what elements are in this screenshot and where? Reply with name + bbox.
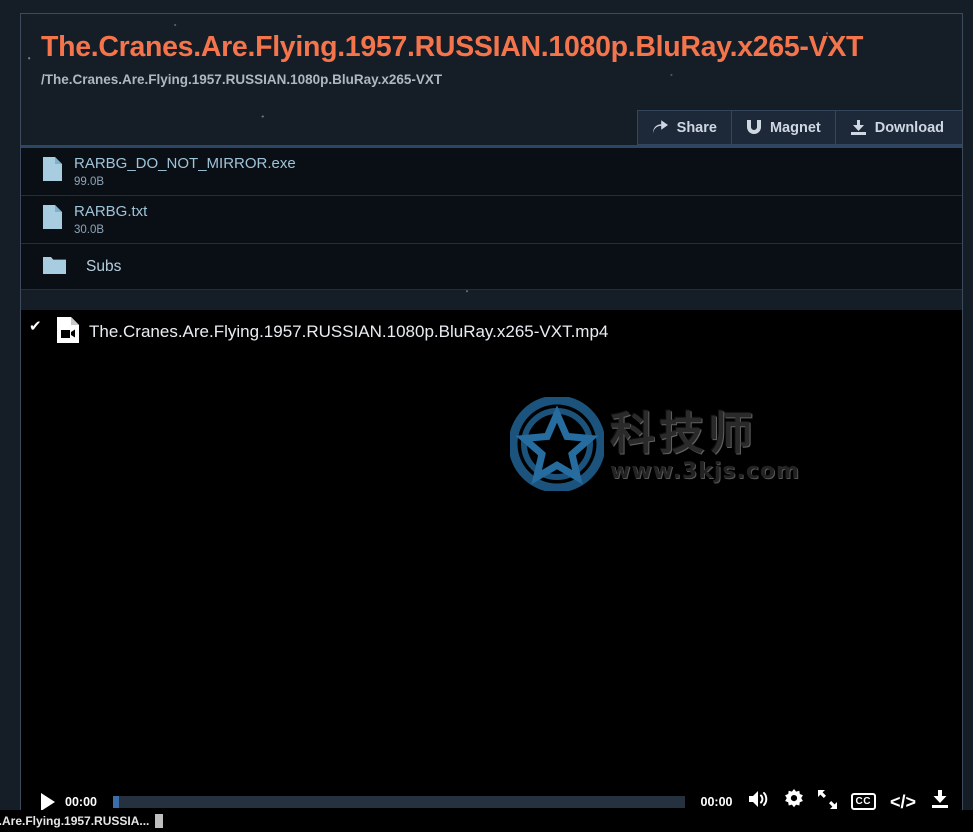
download-item-chip — [155, 814, 164, 828]
file-info: RARBG_DO_NOT_MIRROR.exe 99.0B — [74, 155, 296, 187]
header: The.Cranes.Are.Flying.1957.RUSSIAN.1080p… — [21, 14, 962, 106]
file-list: RARBG_DO_NOT_MIRROR.exe 99.0B RARBG.txt … — [21, 145, 962, 290]
list-item[interactable]: Subs — [21, 244, 962, 290]
progress-bar[interactable] — [112, 795, 685, 808]
share-label: Share — [676, 119, 717, 136]
progress-fill — [112, 795, 119, 808]
cc-icon[interactable]: CC — [850, 793, 876, 810]
list-item[interactable]: RARBG_DO_NOT_MIRROR.exe 99.0B — [21, 148, 962, 196]
play-button[interactable] — [41, 792, 55, 811]
watermark-url: www.3kjs.com — [610, 458, 800, 484]
share-button[interactable]: Share — [638, 111, 732, 144]
file-icon — [43, 157, 62, 186]
watermark: 科技师 www.3kjs.com — [508, 395, 800, 496]
file-name: RARBG.txt — [74, 203, 148, 221]
star-circle-logo-icon — [508, 395, 606, 496]
folder-icon — [43, 255, 66, 279]
current-time: 00:00 — [65, 794, 97, 809]
download-button[interactable]: Download — [836, 111, 962, 144]
share-icon — [652, 120, 669, 135]
file-size: 30.0B — [74, 223, 105, 236]
torrent-path: /The.Cranes.Are.Flying.1957.RUSSIAN.1080… — [41, 72, 443, 88]
selected-file-row[interactable]: ✔ The.Cranes.Are.Flying.1957.RUSSIAN.108… — [21, 310, 962, 354]
download-label: Download — [874, 119, 944, 136]
video-player[interactable]: 科技师 www.3kjs.com 00:00 00:00 CC </> — [21, 354, 962, 819]
magnet-icon — [746, 120, 762, 135]
magnet-button[interactable]: Magnet — [732, 111, 836, 144]
duration: 00:00 — [700, 794, 733, 809]
download-item-label: nes.Are.Flying.1957.RUSSIA... — [0, 814, 150, 828]
download-item[interactable]: nes.Are.Flying.1957.RUSSIA... — [0, 810, 164, 832]
torrent-detail-container: The.Cranes.Are.Flying.1957.RUSSIAN.1080p… — [20, 13, 963, 819]
file-name: RARBG_DO_NOT_MIRROR.exe — [74, 155, 296, 173]
magnet-label: Magnet — [769, 119, 821, 136]
check-icon: ✔ — [29, 317, 42, 335]
video-file-icon — [57, 316, 79, 348]
file-icon — [43, 205, 62, 234]
file-info: RARBG.txt 30.0B — [74, 203, 147, 235]
folder-name: Subs — [86, 257, 122, 275]
download-icon — [850, 120, 867, 135]
page-title: The.Cranes.Are.Flying.1957.RUSSIAN.1080p… — [41, 31, 864, 63]
list-item[interactable]: RARBG.txt 30.0B — [21, 196, 962, 244]
watermark-brand: 科技师 — [610, 406, 758, 460]
watermark-text: 科技师 www.3kjs.com — [610, 411, 800, 483]
code-icon[interactable]: </> — [890, 793, 916, 811]
browser-download-bar: nes.Are.Flying.1957.RUSSIA... — [0, 810, 973, 832]
selected-file-name: The.Cranes.Are.Flying.1957.RUSSIAN.1080p… — [89, 322, 609, 341]
action-toolbar: Share Magnet Download — [636, 110, 962, 145]
file-size: 99.0B — [74, 175, 105, 188]
